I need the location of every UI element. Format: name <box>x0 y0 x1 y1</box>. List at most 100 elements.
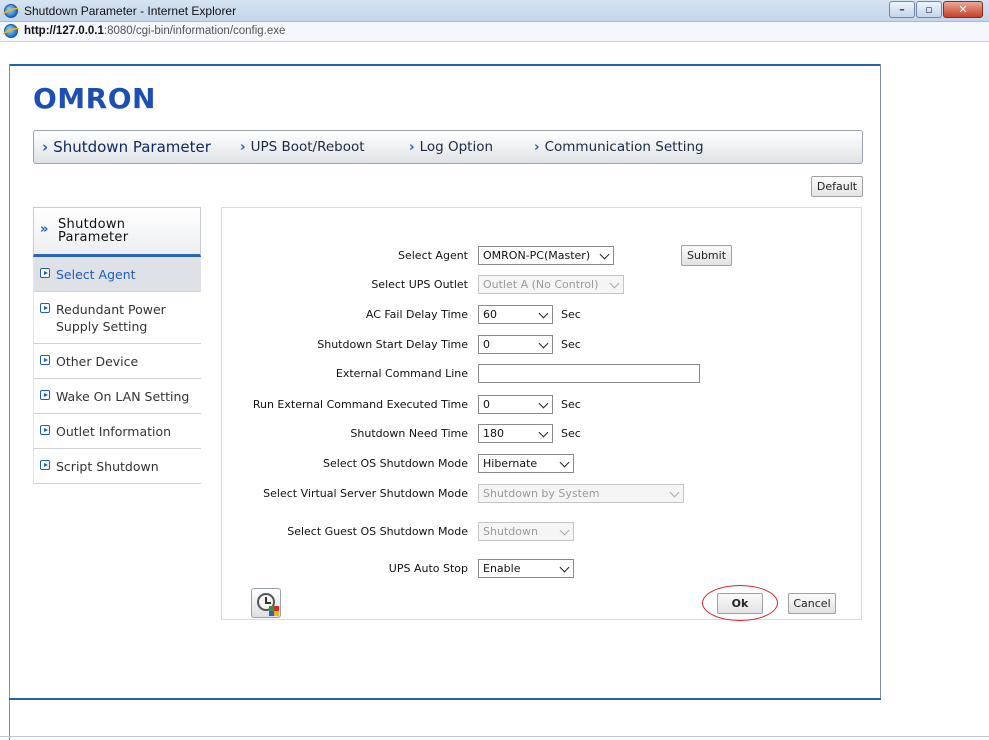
window-titlebar: Shutdown Parameter - Internet Explorer –… <box>0 0 989 22</box>
row-shutdown-need-time: Shutdown Need Time 180 Sec <box>222 424 863 444</box>
clock-schedule-button[interactable] <box>251 588 281 618</box>
arrow-bullet-icon <box>40 303 50 313</box>
tab-ups-boot-reboot[interactable]: › UPS Boot/Reboot <box>240 131 365 163</box>
select-agent-dropdown[interactable]: OMRON-PC(Master) <box>478 246 614 265</box>
row-run-external-time: Run External Command Executed Time 0 Sec <box>222 395 863 415</box>
shutdown-start-delay-label: Shutdown Start Delay Time <box>317 338 468 351</box>
shutdown-need-time-dropdown[interactable]: 180 <box>478 424 553 443</box>
submit-button[interactable]: Submit <box>681 245 732 266</box>
virtual-server-mode-label: Select Virtual Server Shutdown Mode <box>263 487 468 500</box>
ac-fail-delay-label: AC Fail Delay Time <box>365 308 468 321</box>
external-command-input[interactable] <box>478 364 700 383</box>
sidebar-item-label: Script Shutdown <box>56 459 159 474</box>
chevron-right-icon: › <box>534 139 540 155</box>
sidebar-item-wake-on-lan[interactable]: Wake On LAN Setting <box>33 379 201 414</box>
virtual-server-mode-value: Shutdown by System <box>483 487 600 500</box>
chevron-down-icon <box>559 525 570 536</box>
url-host: http://127.0.0.1 <box>24 25 104 37</box>
shutdown-need-time-value: 180 <box>483 427 504 440</box>
ups-outlet-value: Outlet A (No Control) <box>483 278 599 291</box>
tab-label: Communication Setting <box>544 139 704 155</box>
select-agent-label: Select Agent <box>398 249 468 262</box>
tab-label: Log Option <box>419 139 494 155</box>
ac-fail-delay-unit: Sec <box>561 308 581 321</box>
arrow-bullet-icon <box>40 425 50 435</box>
ok-highlight-circle <box>702 585 778 621</box>
close-button[interactable]: ✕ <box>943 1 983 18</box>
row-external-command: External Command Line <box>222 364 863 384</box>
shutdown-start-delay-dropdown[interactable]: 0 <box>478 335 553 354</box>
page-frame-top <box>9 64 881 66</box>
page-frame-left <box>9 64 10 740</box>
chevron-down-icon <box>538 398 549 409</box>
url-text[interactable]: http://127.0.0.1:8080/cgi-bin/informatio… <box>24 25 285 37</box>
arrow-bullet-icon <box>40 268 50 278</box>
sidebar-item-script-shutdown[interactable]: Script Shutdown <box>33 449 201 484</box>
run-external-time-dropdown[interactable]: 0 <box>478 395 553 414</box>
select-agent-value: OMRON-PC(Master) <box>483 249 591 262</box>
default-button[interactable]: Default <box>811 176 863 197</box>
window-bottom-border <box>0 736 989 737</box>
page-frame-bottom <box>9 698 881 700</box>
row-guest-os-mode: Select Guest OS Shutdown Mode Shutdown <box>222 522 863 542</box>
chevron-down-icon <box>669 487 680 498</box>
os-shutdown-mode-dropdown[interactable]: Hibernate <box>478 454 574 473</box>
row-select-agent: Select Agent OMRON-PC(Master) Submit <box>222 245 863 266</box>
chevron-right-icon: › <box>409 139 415 155</box>
sidebar-item-redundant-power-supply[interactable]: Redundant Power Supply Setting <box>33 292 201 344</box>
side-menu-header: » Shutdown Parameter <box>33 207 201 257</box>
window-controls: – ▫ ✕ <box>889 1 983 18</box>
run-external-time-unit: Sec <box>561 398 581 411</box>
row-ups-outlet: Select UPS Outlet Outlet A (No Control) <box>222 275 863 295</box>
ups-outlet-dropdown[interactable]: Outlet A (No Control) <box>478 275 624 294</box>
row-virtual-server-mode: Select Virtual Server Shutdown Mode Shut… <box>222 484 863 504</box>
chevron-down-icon <box>538 308 549 319</box>
maximize-icon: ▫ <box>925 3 933 16</box>
shutdown-start-delay-value: 0 <box>483 338 490 351</box>
tab-log-option[interactable]: › Log Option <box>409 131 493 163</box>
guest-os-mode-value: Shutdown <box>483 525 538 538</box>
chevron-down-icon <box>599 249 610 260</box>
internet-explorer-icon <box>4 4 18 18</box>
chevron-down-icon <box>538 338 549 349</box>
side-menu: » Shutdown Parameter Select Agent Redund… <box>33 207 201 484</box>
ac-fail-delay-value: 60 <box>483 308 497 321</box>
guest-os-mode-label: Select Guest OS Shutdown Mode <box>287 525 468 538</box>
run-external-time-value: 0 <box>483 398 490 411</box>
top-navigation: › Shutdown Parameter › UPS Boot/Reboot › Lo… <box>33 130 863 164</box>
cancel-button[interactable]: Cancel <box>788 593 836 614</box>
chevron-down-icon <box>559 562 570 573</box>
row-os-shutdown-mode: Select OS Shutdown Mode Hibernate <box>222 454 863 474</box>
window-title: Shutdown Parameter - Internet Explorer <box>24 4 237 18</box>
clock-hand <box>265 602 271 604</box>
close-icon: ✕ <box>958 3 968 16</box>
page-frame-right <box>880 64 881 700</box>
side-menu-title: Shutdown Parameter <box>58 217 129 245</box>
ups-outlet-label: Select UPS Outlet <box>371 278 468 291</box>
os-shutdown-mode-label: Select OS Shutdown Mode <box>323 457 468 470</box>
address-bar[interactable]: http://127.0.0.1:8080/cgi-bin/informatio… <box>0 22 989 42</box>
tab-shutdown-parameter[interactable]: › Shutdown Parameter <box>42 131 211 163</box>
arrow-bullet-icon <box>40 460 50 470</box>
ups-auto-stop-label: UPS Auto Stop <box>388 562 468 575</box>
shutdown-parameter-panel: Select Agent OMRON-PC(Master) Submit Sel… <box>221 207 862 620</box>
virtual-server-mode-dropdown[interactable]: Shutdown by System <box>478 484 684 503</box>
os-shutdown-mode-value: Hibernate <box>483 457 538 470</box>
sidebar-item-outlet-information[interactable]: Outlet Information <box>33 414 201 449</box>
shutdown-need-time-label: Shutdown Need Time <box>350 427 468 440</box>
run-external-time-label: Run External Command Executed Time <box>252 398 468 411</box>
maximize-button[interactable]: ▫ <box>916 1 942 18</box>
sidebar-item-select-agent[interactable]: Select Agent <box>33 257 201 292</box>
chevron-down-icon <box>559 457 570 468</box>
minimize-button[interactable]: – <box>889 1 915 18</box>
ups-auto-stop-dropdown[interactable]: Enable <box>478 559 574 578</box>
shutdown-need-time-unit: Sec <box>561 427 581 440</box>
ac-fail-delay-dropdown[interactable]: 60 <box>478 305 553 324</box>
guest-os-mode-dropdown[interactable]: Shutdown <box>478 522 574 541</box>
row-shutdown-start-delay: Shutdown Start Delay Time 0 Sec <box>222 335 863 355</box>
page-icon <box>4 24 18 38</box>
windows-logo-square <box>274 611 279 616</box>
shutdown-start-delay-unit: Sec <box>561 338 581 351</box>
tab-communication-setting[interactable]: › Communication Setting <box>534 131 704 163</box>
sidebar-item-other-device[interactable]: Other Device <box>33 344 201 379</box>
